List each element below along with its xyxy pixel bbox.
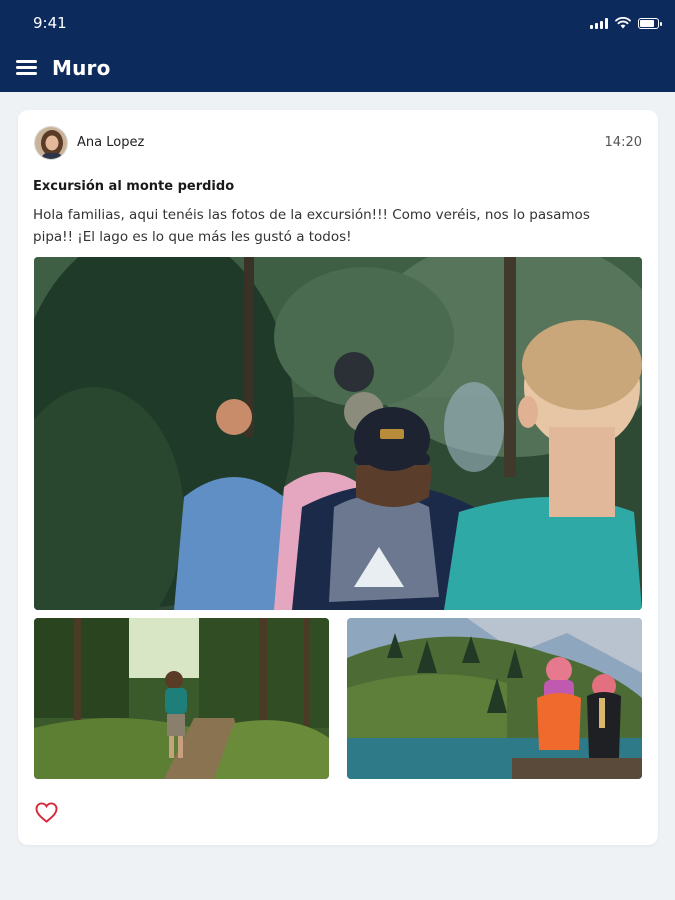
status-icons	[590, 17, 662, 29]
post-time: 14:20	[604, 135, 642, 150]
child-forest-trail-photo[interactable]	[34, 618, 329, 779]
avatar[interactable]	[34, 126, 68, 160]
post-title: Excursión al monte perdido	[33, 179, 235, 194]
heart-outline-icon[interactable]	[35, 802, 58, 823]
post-card: Ana Lopez 14:20 Excursión al monte perdi…	[18, 110, 658, 845]
app-header: 9:41 Muro	[0, 0, 675, 92]
wifi-icon	[615, 17, 631, 29]
post-body: Hola familias, aqui tenéis las fotos de …	[33, 207, 590, 245]
author-name[interactable]: Ana Lopez	[77, 135, 144, 150]
girls-by-lake-photo[interactable]	[347, 618, 642, 779]
hamburger-menu-icon[interactable]	[16, 60, 37, 76]
page-title: Muro	[52, 56, 111, 80]
status-time: 9:41	[33, 14, 67, 32]
hikers-forest-photo[interactable]	[34, 257, 642, 610]
signal-icon	[590, 17, 608, 29]
battery-icon	[638, 17, 662, 29]
